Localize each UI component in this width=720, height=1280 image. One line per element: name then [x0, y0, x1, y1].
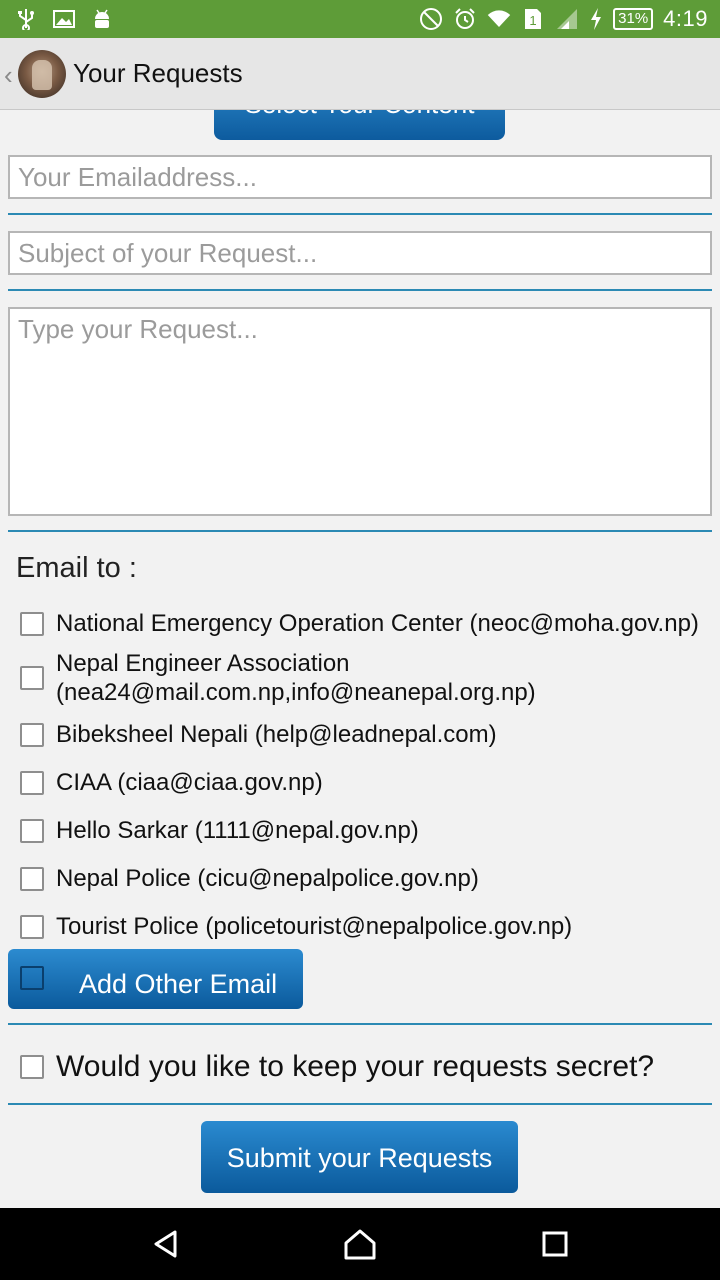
recipient-label: CIAA (ciaa@ciaa.gov.np)	[56, 769, 323, 796]
back-nav-icon[interactable]	[148, 1226, 184, 1262]
status-bar: 1 31% 4:19	[0, 0, 720, 38]
recipient-checkbox[interactable]	[20, 818, 44, 843]
app-bar: ‹ Your Requests	[0, 38, 720, 110]
recipient-label: Tourist Police (policetourist@nepalpolic…	[56, 913, 573, 940]
divider	[8, 530, 712, 532]
recipient-checkbox[interactable]	[20, 666, 44, 690]
recipient-checkbox[interactable]	[20, 770, 44, 795]
email-to-label: Email to :	[16, 552, 137, 584]
recipient-label: Bibeksheel Nepali (help@leadnepal.com)	[56, 721, 497, 748]
recipient-row[interactable]: National Emergency Operation Center (neo…	[20, 609, 699, 638]
signal-icon	[555, 7, 579, 31]
back-chevron-icon[interactable]: ‹	[4, 60, 13, 91]
clock: 4:19	[663, 6, 708, 31]
request-textarea[interactable]: Type your Request...	[8, 307, 712, 516]
recipient-checkbox[interactable]	[20, 722, 44, 747]
divider	[8, 1023, 712, 1025]
do-not-disturb-icon	[419, 7, 443, 31]
app-logo[interactable]	[18, 50, 66, 98]
recipient-label: Hello Sarkar (1111@nepal.gov.np)	[56, 817, 419, 844]
recipient-row[interactable]: Nepal Engineer Association (nea24@mail.c…	[20, 649, 576, 707]
wifi-icon	[487, 7, 511, 31]
subject-field[interactable]: Subject of your Request...	[8, 231, 712, 275]
page-title: Your Requests	[73, 58, 243, 88]
image-icon	[52, 7, 76, 31]
divider	[8, 213, 712, 215]
select-content-button[interactable]: Select Your Content	[214, 110, 505, 140]
recipient-checkbox[interactable]	[20, 914, 44, 939]
recipient-label: National Emergency Operation Center (neo…	[56, 610, 699, 637]
battery-indicator: 31%	[613, 8, 654, 30]
divider	[8, 1103, 712, 1105]
recipient-label: Nepal Police (cicu@nepalpolice.gov.np)	[56, 865, 479, 892]
secret-label: Would you like to keep your requests sec…	[56, 1050, 655, 1083]
alarm-icon	[453, 7, 477, 31]
sim-icon: 1	[521, 7, 545, 31]
svg-text:1: 1	[530, 13, 537, 28]
home-nav-icon[interactable]	[342, 1226, 378, 1262]
add-other-email-button[interactable]: Add Other Email	[8, 949, 303, 1009]
secret-checkbox[interactable]	[20, 1055, 44, 1079]
usb-icon	[14, 7, 38, 31]
recipient-row[interactable]: Tourist Police (policetourist@nepalpolic…	[20, 912, 572, 941]
submit-button[interactable]: Submit your Requests	[201, 1121, 518, 1193]
recents-nav-icon[interactable]	[537, 1226, 573, 1262]
add-other-email-checkbox[interactable]	[20, 966, 44, 990]
recipient-row[interactable]: Nepal Police (cicu@nepalpolice.gov.np)	[20, 864, 479, 893]
recipient-checkbox[interactable]	[20, 866, 44, 891]
secret-option-row[interactable]: Would you like to keep your requests sec…	[20, 1050, 654, 1084]
request-form: Select Your Content Your Emailaddress...…	[0, 110, 720, 1208]
recipient-row[interactable]: Bibeksheel Nepali (help@leadnepal.com)	[20, 720, 497, 749]
recipient-row[interactable]: Hello Sarkar (1111@nepal.gov.np)	[20, 816, 419, 845]
email-field[interactable]: Your Emailaddress...	[8, 155, 712, 199]
recipient-checkbox[interactable]	[20, 611, 44, 636]
recipient-label: Nepal Engineer Association (nea24@mail.c…	[56, 650, 536, 706]
android-icon	[90, 7, 114, 31]
navigation-bar	[0, 1208, 720, 1280]
add-other-email-label: Add Other Email	[79, 969, 278, 999]
charging-icon	[589, 7, 603, 31]
divider	[8, 289, 712, 291]
recipient-row[interactable]: CIAA (ciaa@ciaa.gov.np)	[20, 768, 323, 797]
